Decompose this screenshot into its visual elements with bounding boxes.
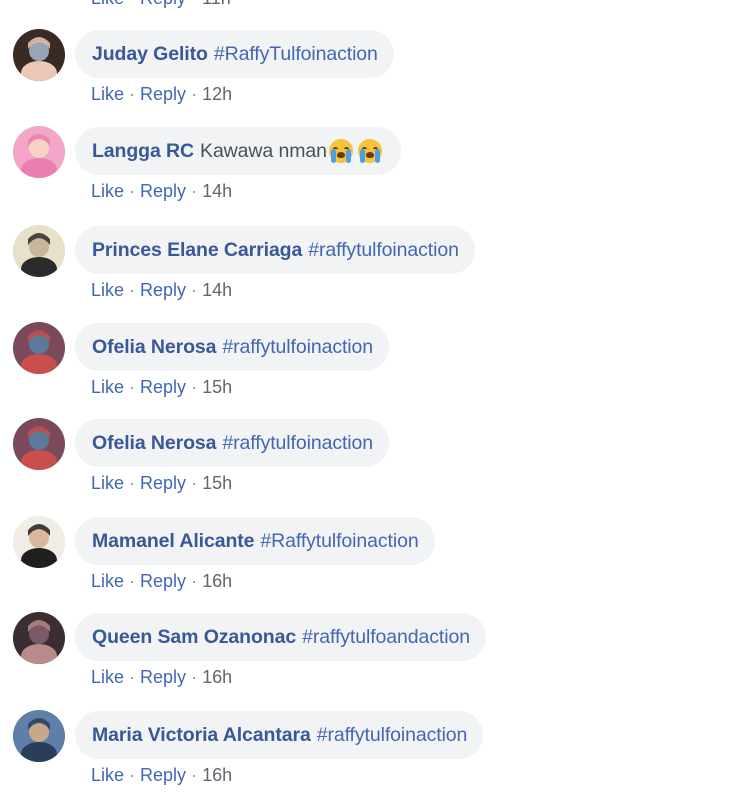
comment-time[interactable]: 12h [202,84,232,104]
loudly-crying-face-icon [357,139,382,163]
reply-link[interactable]: Reply [140,0,186,8]
separator-dot: · [129,667,136,687]
comment-author-link[interactable]: Queen Sam Ozanonac [92,626,296,649]
loudly-crying-face-icon [328,139,353,163]
comment-item: Langga RC Kawawa nman Like · Reply · 14h [0,126,750,216]
comment-author-link[interactable]: Ofelia Nerosa [92,432,217,455]
comment-author-link[interactable]: Princes Elane Carriaga [92,239,302,262]
comment-author-link[interactable]: Juday Gelito [92,43,208,66]
comment-time[interactable]: 11h [202,0,231,8]
comment-bubble: Ofelia Nerosa #raffytulfoinaction [75,419,390,467]
comment-item: Queen Sam Ozanonac #raffytulfoandaction Li… [0,612,750,702]
comment-actions: Like · Reply · 14h [91,179,232,203]
reply-link[interactable]: Reply [140,667,186,687]
comment-actions: Like · Reply · 16h [91,665,232,689]
avatar[interactable] [13,29,65,81]
avatar[interactable] [13,418,65,470]
avatar[interactable] [13,225,65,277]
separator-dot: · [191,181,198,201]
comment-time[interactable]: 14h [202,280,232,300]
comment-time[interactable]: 15h [202,377,232,397]
comment-actions: Like · Reply · 12h [91,82,232,106]
comment-bubble: Mamanel Alicante #Raffytulfoinaction [75,517,435,565]
comment-author-link[interactable]: Langga RC [92,140,194,163]
like-link[interactable]: Like [91,765,124,785]
like-link[interactable]: Like [91,280,124,300]
separator-dot: · [129,765,136,785]
separator-dot: · [191,0,197,8]
separator-dot: · [129,377,136,397]
separator-dot: · [191,84,198,104]
comment-actions: Like · Reply · 16h [91,569,232,593]
comment-time[interactable]: 14h [202,181,232,201]
comment-bubble: Juday Gelito #RaffyTulfoinaction [75,30,394,78]
like-link[interactable]: Like [91,0,124,8]
separator-dot: · [129,181,136,201]
comment-actions: Like · Reply · 15h [91,375,232,399]
comment-time[interactable]: 16h [202,765,232,785]
like-link[interactable]: Like [91,84,124,104]
separator-dot: · [129,473,136,493]
comment-bubble: Langga RC Kawawa nman [75,127,401,175]
avatar[interactable] [13,516,65,568]
comment-item: Princes Elane Carriaga #raffytulfoinactio… [0,225,750,315]
comment-author-link[interactable]: Ofelia Nerosa [92,336,217,359]
avatar[interactable] [13,710,65,762]
like-link[interactable]: Like [91,473,124,493]
hashtag-link[interactable]: #RaffyTulfoinaction [214,43,378,66]
reply-link[interactable]: Reply [140,765,186,785]
separator-dot: · [191,377,198,397]
separator-dot: · [129,280,136,300]
like-link[interactable]: Like [91,571,124,591]
reply-link[interactable]: Reply [140,280,186,300]
comment-bubble: Ofelia Nerosa #raffytulfoinaction [75,323,390,371]
comment-item: Ofelia Nerosa #raffytulfoinaction Like · Rep… [0,418,750,508]
comment-bubble: Queen Sam Ozanonac #raffytulfoandaction [75,613,486,661]
hashtag-link[interactable]: #raffytulfoinaction [308,239,459,262]
comment-time[interactable]: 16h [202,667,232,687]
avatar[interactable] [13,322,65,374]
reply-link[interactable]: Reply [140,473,186,493]
like-link[interactable]: Like [91,181,124,201]
hashtag-link[interactable]: #raffytulfoinaction [222,432,373,455]
comment-item: Juday Gelito #RaffyTulfoinaction Like · Repl… [0,29,750,119]
comment-text: Kawawa nman [200,139,327,162]
separator-dot: · [129,571,136,591]
comment-time[interactable]: 15h [202,473,232,493]
avatar[interactable] [13,612,65,664]
partial-comment-actions: Like · Reply · 11h [91,0,231,8]
comment-time[interactable]: 16h [202,571,232,591]
separator-dot: · [129,0,135,8]
hashtag-link[interactable]: #raffytulfoinaction [222,336,373,359]
comment-author-link[interactable]: Maria Victoria Alcantara [92,724,311,747]
hashtag-link[interactable]: #raffytulfoinaction [317,724,468,747]
avatar[interactable] [13,126,65,178]
comment-actions: Like · Reply · 16h [91,763,232,787]
comment-item: Ofelia Nerosa #raffytulfoinaction Like · Rep… [0,322,750,412]
separator-dot: · [191,765,198,785]
separator-dot: · [129,84,136,104]
comment-bubble: Maria Victoria Alcantara #raffytulfoinact… [75,711,484,759]
hashtag-link[interactable]: #Raffytulfoinaction [260,530,418,553]
comment-item: Mamanel Alicante #Raffytulfoinaction Like ·… [0,516,750,606]
comment-actions: Like · Reply · 15h [91,471,232,495]
separator-dot: · [191,473,198,493]
comment-actions: Like · Reply · 14h [91,278,232,302]
reply-link[interactable]: Reply [140,377,186,397]
separator-dot: · [191,667,198,687]
separator-dot: · [191,571,198,591]
reply-link[interactable]: Reply [140,181,186,201]
like-link[interactable]: Like [91,667,124,687]
like-link[interactable]: Like [91,377,124,397]
separator-dot: · [191,280,198,300]
reply-link[interactable]: Reply [140,84,186,104]
hashtag-link[interactable]: #raffytulfoandaction [302,626,470,649]
comment-item: Maria Victoria Alcantara #raffytulfoinact… [0,710,750,796]
reply-link[interactable]: Reply [140,571,186,591]
comment-author-link[interactable]: Mamanel Alicante [92,530,255,553]
comment-bubble: Princes Elane Carriaga #raffytulfoinactio… [75,226,475,274]
